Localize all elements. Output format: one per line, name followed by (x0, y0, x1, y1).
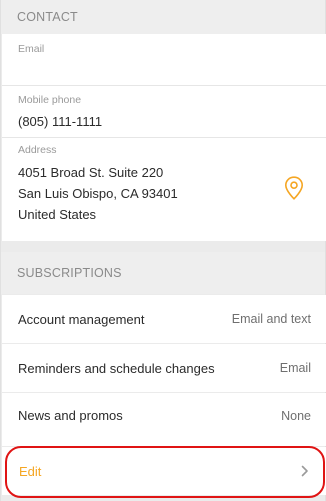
subscription-label: News and promos (18, 408, 123, 423)
chevron-right-icon (301, 465, 308, 477)
address-field[interactable]: Address 4051 Broad St. Suite 220 San Lui… (2, 138, 326, 241)
address-line-3: United States (18, 207, 97, 222)
subscription-label: Reminders and schedule changes (18, 360, 215, 376)
contact-card: Email Mobile phone (805) 111-1111 Addres… (2, 34, 326, 241)
subscription-value: Email and text (231, 312, 311, 326)
subscriptions-header-label: SUBSCRIPTIONS (17, 266, 122, 280)
subscription-row-news-promos[interactable]: News and promos None (2, 393, 326, 446)
email-field[interactable]: Email (2, 34, 326, 85)
contact-section-header: CONTACT (1, 0, 325, 34)
address-label: Address (18, 144, 57, 156)
mobile-phone-label: Mobile phone (18, 94, 82, 106)
subscription-value: Email (279, 361, 311, 375)
subscription-label: Account management (18, 311, 145, 327)
edit-label: Edit (19, 463, 42, 479)
contact-subscriptions-panel: CONTACT Email Mobile phone (805) 111-111… (0, 0, 326, 501)
map-pin-icon[interactable] (284, 176, 304, 200)
contact-header-label: CONTACT (17, 10, 78, 24)
subscription-row-account-management[interactable]: Account management Email and text (2, 295, 326, 343)
subscriptions-section-header: SUBSCRIPTIONS (1, 252, 325, 294)
subscription-row-reminders[interactable]: Reminders and schedule changes Email (2, 344, 326, 392)
subscription-value: None (281, 408, 311, 423)
address-line-1: 4051 Broad St. Suite 220 (18, 165, 164, 180)
mobile-phone-field[interactable]: Mobile phone (805) 111-1111 (2, 86, 326, 137)
mobile-phone-value: (805) 111-1111 (18, 114, 103, 129)
edit-subscriptions-button[interactable]: Edit (2, 447, 326, 495)
email-label: Email (18, 43, 45, 55)
address-line-2: San Luis Obispo, CA 93401 (18, 186, 178, 201)
